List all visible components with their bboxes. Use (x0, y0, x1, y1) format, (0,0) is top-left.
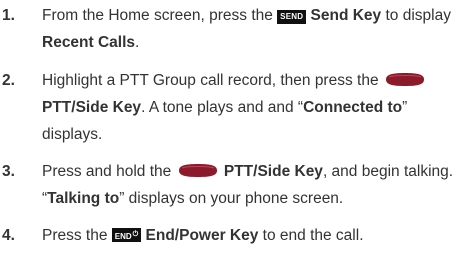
step-line: Recent Calls. (42, 34, 140, 51)
ptt-side-key-icon (385, 73, 424, 86)
step-line: From the Home screen, press the SEND Sen… (42, 7, 451, 24)
end-power-key-icon: END⏻ (111, 228, 142, 242)
step-line: Press the END⏻ End/Power Key to end the … (42, 227, 364, 244)
key-name: Send Key (310, 7, 382, 24)
step-text: Highlight a PTT Group call record, then … (42, 67, 472, 148)
step-number: 2. (2, 72, 15, 89)
step-text: From the Home screen, press the SEND Sen… (42, 2, 472, 56)
step-line: Press and hold the PTT/Side Key, and beg… (42, 163, 454, 180)
step-number: 4. (2, 227, 15, 244)
key-name: PTT/Side Key (223, 163, 323, 180)
status-text: Talking to (47, 190, 120, 207)
status-text: Connected to (303, 99, 403, 116)
ptt-side-key-icon (178, 164, 217, 177)
send-key-icon: SEND (277, 10, 307, 24)
key-name: PTT/Side Key (42, 99, 142, 116)
screen-name: Recent Calls (42, 34, 136, 51)
instruction-steps: 1. From the Home screen, press the SEND … (0, 0, 473, 254)
step-line: PTT/Side Key. A tone plays and and “Conn… (42, 99, 408, 116)
step-number: 1. (2, 7, 15, 24)
step-text: Press and hold the PTT/Side Key, and beg… (42, 158, 472, 212)
step-text: Press the END⏻ End/Power Key to end the … (42, 222, 472, 249)
step-line: “Talking to” displays on your phone scre… (42, 190, 344, 207)
step-line: displays. (42, 126, 103, 143)
step-line: Highlight a PTT Group call record, then … (42, 67, 472, 94)
step-number: 3. (2, 163, 15, 180)
key-name: End/Power Key (145, 227, 259, 244)
